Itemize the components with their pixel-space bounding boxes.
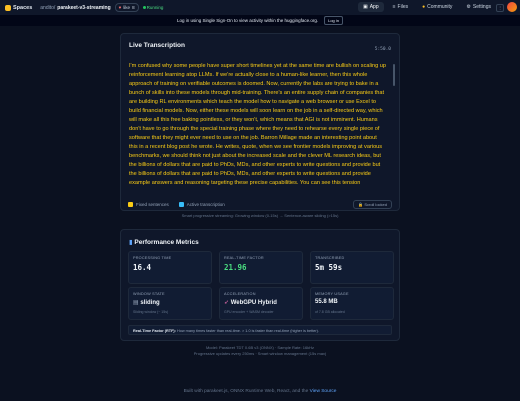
metric-sub: GPU encoder + WASM decoder bbox=[224, 310, 274, 314]
repo-owner[interactable]: andito/ bbox=[40, 5, 55, 11]
community-icon: ● bbox=[422, 4, 426, 10]
metric-value: 21.96 bbox=[224, 263, 247, 272]
streaming-note: Smart progressive streaming: Growing win… bbox=[181, 213, 339, 218]
repo-breadcrumb: andito/ parakeet-v3-streaming bbox=[40, 5, 110, 11]
top-bar: Spaces andito/ parakeet-v3-streaming ♥ l… bbox=[0, 0, 520, 16]
more-options-icon[interactable]: ⋮ bbox=[496, 4, 504, 12]
metric-sub: of 7.8 GB allocated bbox=[315, 310, 345, 314]
metric-acceleration: ACCELERATION ➶ WebGPU Hybrid GPU encoder… bbox=[219, 287, 303, 320]
metric-label: MEMORY USAGE bbox=[315, 292, 349, 296]
metric-value: ▤ sliding bbox=[133, 299, 160, 306]
app-icon: ▣ bbox=[362, 4, 368, 10]
legend-fixed: Fixed sentences bbox=[128, 202, 169, 208]
metric-transcribed: TRANSCRIBED 5m 59s bbox=[310, 251, 394, 284]
metric-label: REAL-TIME FACTOR bbox=[224, 256, 264, 260]
tab-files[interactable]: ≡ Files bbox=[388, 2, 413, 12]
repo-name[interactable]: parakeet-v3-streaming bbox=[57, 5, 110, 11]
status-label: Running bbox=[146, 5, 164, 10]
footer: Built with parakeet.js, ONNX Runtime Web… bbox=[0, 389, 520, 394]
autoscroll-label: Scroll locked bbox=[364, 202, 387, 207]
tab-community-label: Community bbox=[427, 4, 453, 10]
gear-icon: ⚙ bbox=[466, 4, 471, 10]
metric-memory-usage: MEMORY USAGE 55.8 MB of 7.8 GB allocated bbox=[310, 287, 394, 320]
status-badge: Running bbox=[142, 5, 164, 10]
legend-fixed-label: Fixed sentences bbox=[136, 202, 169, 207]
transcription-card: Live Transcription 5:50.0 I'm confused w… bbox=[120, 33, 400, 211]
rtf-label: Real-Time Factor (RTF): bbox=[133, 329, 176, 333]
legend-active: Active transcription bbox=[178, 202, 225, 208]
transcript-scrollbar[interactable] bbox=[393, 64, 395, 86]
transcription-title: Live Transcription bbox=[129, 42, 185, 49]
transcript-text[interactable]: I'm confused why some people have super … bbox=[129, 62, 387, 188]
rtf-text: How many times faster than real-time. > … bbox=[177, 329, 319, 333]
fixed-swatch-icon bbox=[128, 202, 133, 208]
spaces-label: Spaces bbox=[13, 4, 33, 11]
status-dot-icon bbox=[142, 6, 146, 9]
metric-label: WINDOW STATE bbox=[133, 292, 165, 296]
model-note: Model: Parakeet TDT 0.6B v3 (ONNX) · Sam… bbox=[205, 345, 315, 350]
spaces-logo[interactable]: Spaces bbox=[5, 4, 33, 11]
elapsed-timer: 5:50.0 bbox=[374, 47, 391, 52]
metric-real-time-factor: REAL-TIME FACTOR 21.96 bbox=[219, 251, 303, 284]
transcript-legend: Fixed sentences Active transcription bbox=[128, 202, 225, 208]
metric-sub: Sliding window (~ 15s) bbox=[133, 310, 169, 314]
metrics-title: ▮ Performance Metrics bbox=[129, 238, 199, 246]
metric-label: ACCELERATION bbox=[224, 292, 256, 296]
metric-label: PROCESSING TIME bbox=[133, 256, 172, 260]
metric-value-text: sliding bbox=[140, 300, 160, 306]
tab-app-label: App bbox=[369, 4, 379, 10]
metric-label: TRANSCRIBED bbox=[315, 256, 345, 260]
metric-value-text: WebGPU Hybrid bbox=[230, 300, 277, 306]
metric-value: ➶ WebGPU Hybrid bbox=[224, 299, 277, 306]
tab-files-label: Files bbox=[397, 4, 409, 10]
metrics-card: ▮ Performance Metrics PROCESSING TIME 16… bbox=[120, 229, 400, 341]
window-icon: ▤ bbox=[133, 300, 139, 306]
like-count: 8 bbox=[132, 5, 135, 10]
metric-value: 16.4 bbox=[133, 263, 152, 272]
metric-value: 5m 59s bbox=[315, 263, 343, 272]
autoscroll-toggle[interactable]: 🔒 Scroll locked bbox=[353, 200, 392, 209]
login-button[interactable]: Log in bbox=[324, 16, 343, 25]
tab-settings-label: Settings bbox=[472, 4, 491, 10]
view-source-link[interactable]: View Source bbox=[310, 389, 337, 394]
tab-community[interactable]: ● Community bbox=[417, 2, 457, 12]
sso-banner-text: Log in using Single Sign-On to view acti… bbox=[177, 18, 319, 23]
legend-active-label: Active transcription bbox=[186, 202, 225, 207]
avatar[interactable] bbox=[507, 2, 517, 12]
like-label: like bbox=[123, 5, 131, 10]
rocket-icon: ➶ bbox=[224, 300, 230, 306]
active-swatch-icon bbox=[178, 202, 184, 208]
metric-processing-time: PROCESSING TIME 16.4 bbox=[128, 251, 212, 284]
metric-window-state: WINDOW STATE ▤ sliding Sliding window (~… bbox=[128, 287, 212, 320]
tab-app[interactable]: ▣ App bbox=[357, 2, 384, 12]
heart-icon: ♥ bbox=[118, 5, 122, 10]
rtf-explanation: Real-Time Factor (RTF): How many times f… bbox=[128, 325, 392, 335]
update-note: Progressive updates every 250ms · Smart … bbox=[193, 351, 327, 356]
lock-icon: 🔒 bbox=[358, 202, 364, 207]
like-button[interactable]: ♥ like 8 bbox=[114, 3, 139, 12]
space-nav: ▣ App ≡ Files ● Community ⚙ Settings bbox=[357, 2, 496, 12]
chart-icon: ▮ bbox=[129, 239, 133, 246]
tab-settings[interactable]: ⚙ Settings bbox=[461, 2, 496, 12]
metrics-title-label: Performance Metrics bbox=[134, 239, 199, 246]
footer-text: Built with parakeet.js, ONNX Runtime Web… bbox=[183, 389, 309, 394]
files-icon: ≡ bbox=[392, 4, 396, 10]
sso-banner: Log in using Single Sign-On to view acti… bbox=[0, 15, 520, 26]
metric-value: 55.8 MB bbox=[315, 299, 338, 305]
spaces-logo-icon bbox=[5, 4, 11, 11]
